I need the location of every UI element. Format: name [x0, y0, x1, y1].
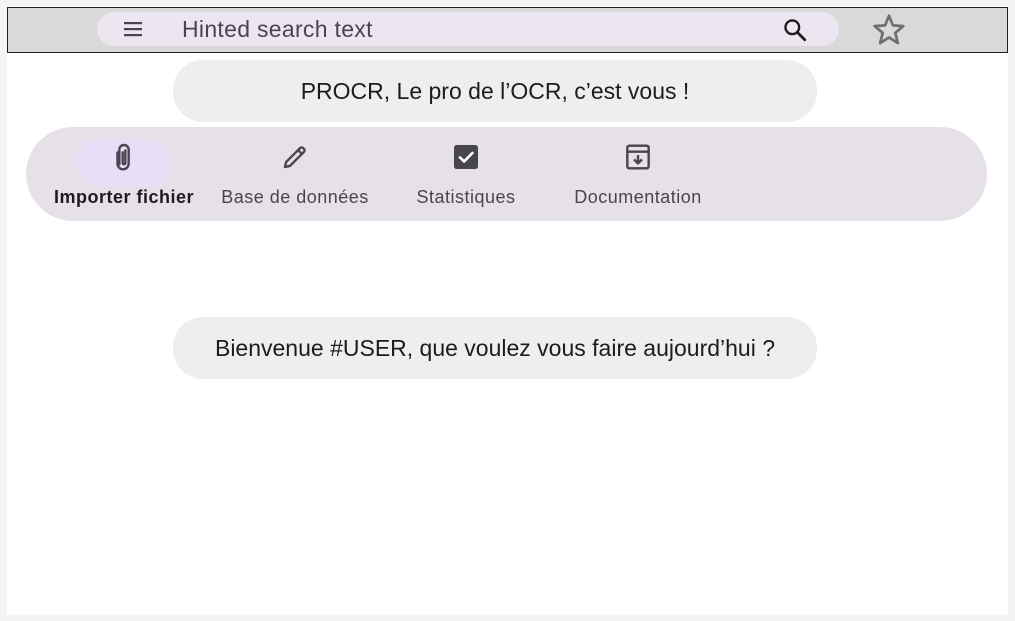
archive-icon — [626, 144, 650, 170]
checkbox-icon — [454, 145, 478, 169]
search-bar[interactable]: Hinted search text — [97, 12, 839, 46]
star-icon[interactable] — [870, 12, 908, 48]
nav-item-statistiques[interactable]: Statistiques — [399, 137, 533, 217]
nav-item-label: Base de données — [221, 187, 369, 207]
nav-item-documentation[interactable]: Documentation — [561, 137, 715, 217]
welcome-message: Bienvenue #USER, que voulez vous faire a… — [173, 317, 817, 379]
menu-icon[interactable] — [121, 17, 145, 41]
search-input[interactable]: Hinted search text — [182, 17, 373, 41]
nav-item-label: Documentation — [574, 187, 702, 207]
nav-item-importer-fichier[interactable]: Importer fichier — [49, 137, 199, 217]
pencil-icon — [283, 146, 306, 169]
app-title: PROCR, Le pro de l’OCR, c’est vous ! — [173, 60, 817, 122]
top-app-bar: Hinted search text — [7, 7, 1008, 53]
nav-item-base-de-donnees[interactable]: Base de données — [216, 137, 374, 217]
navigation-bar: Importer fichier Base de données Statist… — [26, 127, 987, 221]
paperclip-icon — [116, 143, 130, 171]
nav-item-label: Statistiques — [416, 187, 516, 207]
nav-item-label: Importer fichier — [53, 187, 195, 207]
search-icon[interactable] — [782, 17, 808, 43]
